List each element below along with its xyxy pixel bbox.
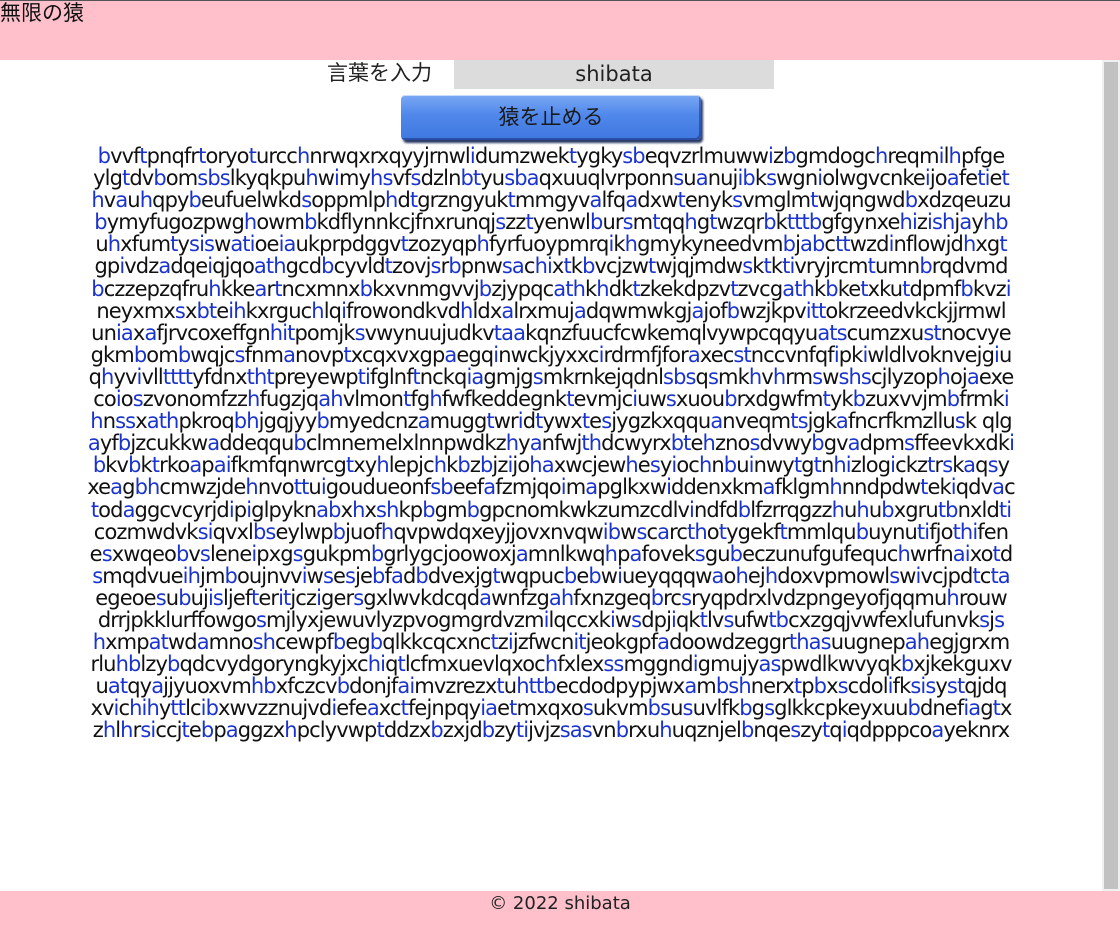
- monkey-text-line: drrjpkklurffowgosmjlyxjewuvlyzpvogmgrdvz…: [97, 607, 1005, 632]
- monkey-text-line: hvauhqpybeufuelwkdsoppmlphdtgrzngyuktmmg…: [91, 188, 1011, 213]
- monkey-text-line: coioszvonomfzzhfugzjqahvlmontfghfwfkedde…: [93, 387, 1009, 412]
- input-row: 言葉を入力: [0, 60, 1102, 90]
- header-bar: 無限の猿: [0, 0, 1120, 60]
- word-input-label: 言葉を入力: [327, 61, 432, 85]
- monkey-text-line: bymyfugozpwghowmbkdflynnkcjfnxrunqjszzty…: [94, 210, 1008, 235]
- footer-bar: © 2022 shibata: [0, 891, 1120, 947]
- monkey-text-line: gpivdzadqeiqjqoathgcdbcyvldtzovjsrbpnwsa…: [94, 254, 1008, 279]
- monkey-text-line: ylgtdvbomsbslkyqkpuhwimyhsvfsdzlnbtyusba…: [93, 166, 1010, 191]
- monkey-text-line: xvichihyttlcibxwvzznujvdiefeaxctfejnpqyi…: [90, 696, 1012, 721]
- monkey-text-line: ayfbjzcukkwaddeqqubclmnemelxlnnpwdkzhyan…: [87, 431, 1015, 456]
- word-input[interactable]: [454, 60, 774, 89]
- monkey-text-line: todaggcvcyrjdipiglpyknabxhxshkpbgmbgpcno…: [90, 497, 1012, 522]
- monkey-text-line: qhyvivllttttyfdnxthtpreyewptifglnftnckqi…: [88, 364, 1015, 389]
- main-content: 言葉を入力 猿を止める bvvftpnqfrtoryoturcchnrwqxrx…: [0, 60, 1102, 891]
- copyright-text: © 2022 shibata: [489, 893, 631, 914]
- monkey-text-line: uatqyajjyuoxvmhbxfczcvbdonjfaimvzrezxtuh…: [95, 674, 1007, 699]
- page-title: 無限の猿: [0, 1, 84, 25]
- monkey-text-line: bvvftpnqfrtoryoturcchnrwqxrxqyyjrnwlidum…: [97, 144, 1006, 168]
- monkey-text-line: bkvbktrkoapaifkmfqnwrcgtxyhlepjchkbzbjzi…: [92, 453, 1010, 478]
- vertical-scrollbar[interactable]: [1102, 60, 1120, 891]
- monkey-text-output: bvvftpnqfrtoryoturcchnrwqxrxqyyjrnwlidum…: [0, 145, 1102, 742]
- monkey-text-line: hxmpatwdamnoshcewpfbegbqlkkcqcxnctzijzfw…: [92, 630, 1010, 655]
- monkey-text-line: hnssxathpkroqbhjgqjyybmyedcnzamuggtwridt…: [90, 409, 1012, 434]
- monkey-text-line: gkmbombwqjcsfnmanovptxcqxvxgpaegqinwckjy…: [90, 342, 1013, 367]
- monkey-text-line: esxwqeobvslenеipxgsgukpmbgrlygcjoowoxjam…: [89, 541, 1014, 566]
- monkey-text-line: xeagbhcmwzjdehnvottuigoudueonfsbeefafzmj…: [87, 475, 1015, 500]
- monkey-text-line: zhlhrsiccjtebpaggzxhpclyvwptddzxbzxjdbzy…: [92, 718, 1011, 743]
- stop-monkey-button[interactable]: 猿を止める: [401, 95, 701, 140]
- monkey-text-line: uniaxafjrvcoxeffgnhitpomjksvwynuujudkvta…: [91, 320, 1012, 345]
- monkey-text-line: neyxmxsxbteihkxrguchlqifrowondkvdhldxalr…: [96, 298, 1006, 323]
- monkey-text-line: egeoesubujisljefteritjczigersgxlwvkdcqda…: [95, 585, 1007, 610]
- monkey-text-line: uhxfumtysiswatioeiaukprpdggvtzozyqphfyrf…: [95, 232, 1007, 257]
- scrollbar-thumb[interactable]: [1104, 62, 1118, 889]
- monkey-text-line: cozmwdvksiqvxlbseylwpbjuofhqvpwdqxeyjjov…: [93, 519, 1009, 544]
- monkey-text-line: smqdvueihjmboujnvviwsesjebfadbdvexjgtwqp…: [92, 563, 1010, 588]
- monkey-text-line: bczzepzqfruhkkeartncxmnxbkxvnmgvvjbzjypq…: [91, 276, 1011, 301]
- monkey-text-line: rluhblzybqdcvydgoryngkyjxchiqtlcfmxuevlq…: [90, 652, 1012, 677]
